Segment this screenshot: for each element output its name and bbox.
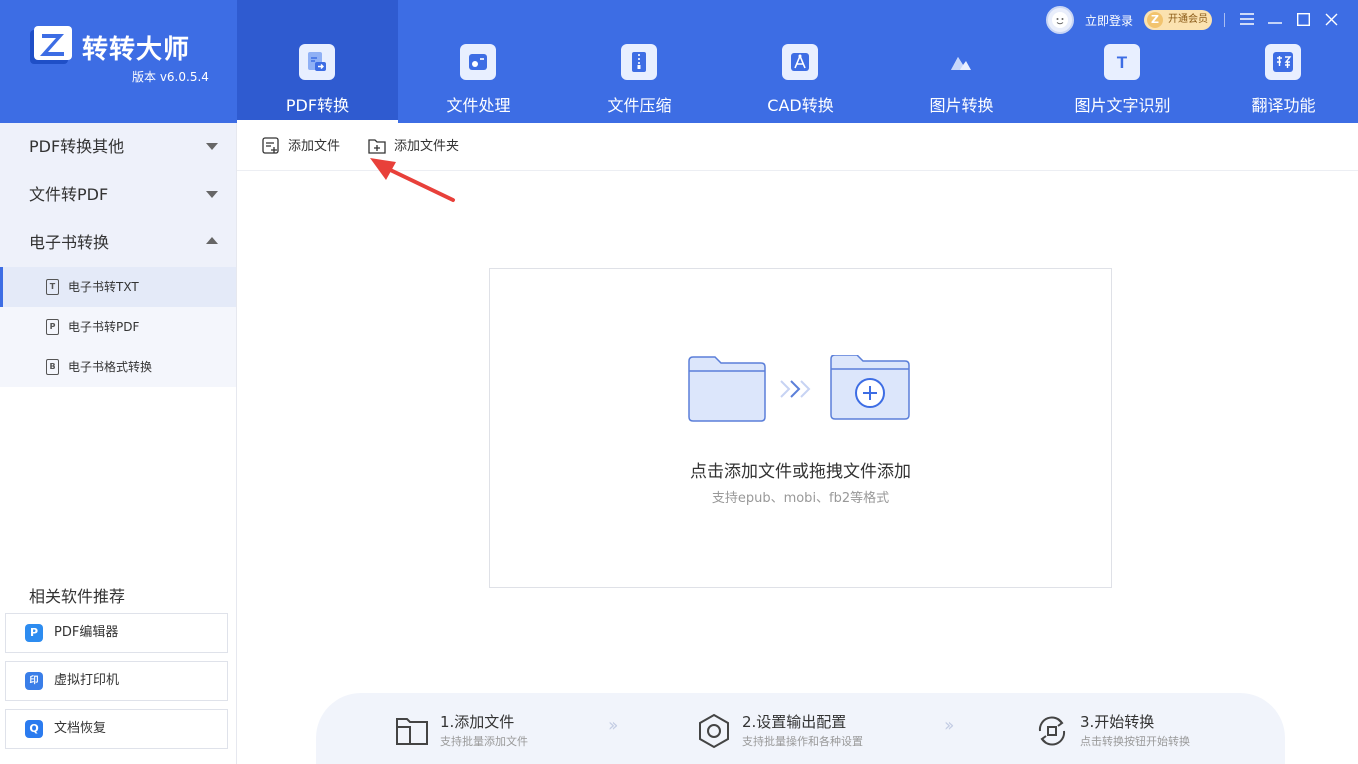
sidebar-group-pdf-other[interactable]: PDF转换其他 — [0, 123, 236, 171]
cad-convert-icon — [782, 44, 818, 80]
settings-icon — [699, 713, 729, 749]
drop-zone-title: 点击添加文件或拖拽文件添加 — [690, 462, 911, 482]
step-arrow-icon: ›› — [608, 715, 619, 736]
step-desc: 点击转换按钮开始转换 — [1080, 735, 1190, 748]
ocr-icon: T — [1104, 44, 1140, 80]
txt-file-icon: T — [46, 279, 59, 295]
step-arrow-icon: ›› — [944, 715, 955, 736]
app-logo-icon — [30, 26, 72, 64]
folder-icon — [396, 718, 428, 745]
pdf-editor-icon: P — [25, 624, 43, 642]
recommend-label: 虚拟打印机 — [54, 673, 120, 688]
sidebar-item-ebook-pdf[interactable]: P 电子书转PDF — [0, 307, 236, 347]
recommend-pdf-editor-button[interactable]: P PDF编辑器 — [5, 613, 228, 653]
divider — [1224, 13, 1225, 27]
sidebar-group-label: 文件转PDF — [29, 185, 109, 204]
step-desc: 支持批量添加文件 — [440, 735, 528, 748]
avatar[interactable] — [1046, 6, 1074, 34]
add-file-icon — [262, 137, 279, 154]
app-title: 转转大师 — [82, 35, 191, 65]
recommend-virtual-printer-button[interactable]: 印 虚拟打印机 — [5, 661, 228, 701]
drop-zone-subtitle: 支持epub、mobi、fb2等格式 — [711, 491, 890, 506]
pdf-convert-icon — [299, 44, 335, 80]
tab-label: 翻译功能 — [1251, 96, 1316, 115]
tab-label: 文件压缩 — [607, 96, 672, 115]
folder-transfer-icon — [688, 355, 910, 422]
tab-file-compress[interactable]: 文件压缩 — [559, 0, 720, 123]
tab-cad-convert[interactable]: CAD转换 — [720, 0, 881, 123]
sidebar-item-label: 电子书格式转换 — [68, 360, 153, 374]
login-link[interactable]: 立即登录 — [1085, 12, 1133, 29]
recommend-title: 相关软件推荐 — [29, 587, 126, 606]
step-title: 3.开始转换 — [1080, 713, 1155, 731]
tab-label: 文件处理 — [446, 96, 511, 115]
tab-label: CAD转换 — [767, 96, 834, 115]
file-process-icon — [460, 44, 496, 80]
sidebar-item-ebook-txt[interactable]: T 电子书转TXT — [0, 267, 236, 307]
vip-icon: Z — [1147, 12, 1163, 28]
chevron-up-icon — [206, 237, 218, 244]
image-convert-icon — [943, 44, 979, 80]
sidebar-group-ebook[interactable]: 电子书转换 — [0, 219, 236, 267]
tab-label: PDF转换 — [285, 96, 350, 115]
app-header: 转转大师 版本 v6.0.5.4 PDF转换 文件处理 文件压缩 CAD转换 图… — [0, 0, 1358, 123]
tab-file-process[interactable]: 文件处理 — [398, 0, 559, 123]
sidebar-group-label: PDF转换其他 — [29, 137, 125, 156]
add-file-button[interactable]: 添加文件 — [262, 137, 340, 157]
sidebar-group-label: 电子书转换 — [29, 233, 110, 252]
convert-icon — [1038, 716, 1066, 746]
svg-text:T: T — [1117, 53, 1128, 72]
tab-image-convert[interactable]: 图片转换 — [881, 0, 1042, 123]
recommend-label: 文档恢复 — [54, 721, 107, 736]
printer-icon: 印 — [25, 672, 43, 690]
recommend-doc-recovery-button[interactable]: Q 文档恢复 — [5, 709, 228, 749]
sidebar-item-label: 电子书转TXT — [68, 280, 139, 294]
maximize-icon[interactable] — [1292, 8, 1314, 30]
step-desc: 支持批量操作和各种设置 — [742, 735, 863, 748]
chevron-down-icon — [206, 143, 218, 150]
close-icon[interactable] — [1320, 8, 1342, 30]
sidebar-item-ebook-format[interactable]: B 电子书格式转换 — [0, 347, 236, 387]
translate-icon — [1265, 44, 1301, 80]
steps-bar: 1.添加文件 支持批量添加文件 ›› 2.设置输出配置 支持批量操作和各种设置 … — [316, 693, 1285, 764]
tab-pdf-convert[interactable]: PDF转换 — [237, 0, 398, 123]
recommend-label: PDF编辑器 — [54, 625, 119, 640]
tab-label: 图片文字识别 — [1074, 96, 1171, 115]
add-file-label: 添加文件 — [288, 139, 341, 154]
vip-label: 开通会员 — [1168, 14, 1208, 25]
pdf-file-icon: P — [46, 319, 59, 335]
minimize-icon[interactable] — [1264, 8, 1286, 30]
menu-icon[interactable] — [1236, 8, 1258, 30]
chevron-down-icon — [206, 191, 218, 198]
step-title: 1.添加文件 — [440, 713, 515, 731]
sidebar-item-label: 电子书转PDF — [68, 320, 140, 334]
tab-label: 图片转换 — [929, 96, 994, 115]
file-drop-zone[interactable]: 点击添加文件或拖拽文件添加 支持epub、mobi、fb2等格式 — [489, 268, 1112, 588]
vip-button[interactable]: Z 开通会员 — [1144, 10, 1212, 30]
app-version: 版本 v6.0.5.4 — [132, 70, 209, 84]
file-compress-icon — [621, 44, 657, 80]
sidebar: PDF转换其他 文件转PDF 电子书转换 T 电子书转TXT P 电子书转PDF… — [0, 123, 237, 764]
annotation-arrow-icon — [370, 158, 455, 202]
ebook-file-icon: B — [46, 359, 59, 375]
step-title: 2.设置输出配置 — [742, 713, 847, 731]
recovery-icon: Q — [25, 720, 43, 738]
sidebar-group-file-to-pdf[interactable]: 文件转PDF — [0, 171, 236, 219]
